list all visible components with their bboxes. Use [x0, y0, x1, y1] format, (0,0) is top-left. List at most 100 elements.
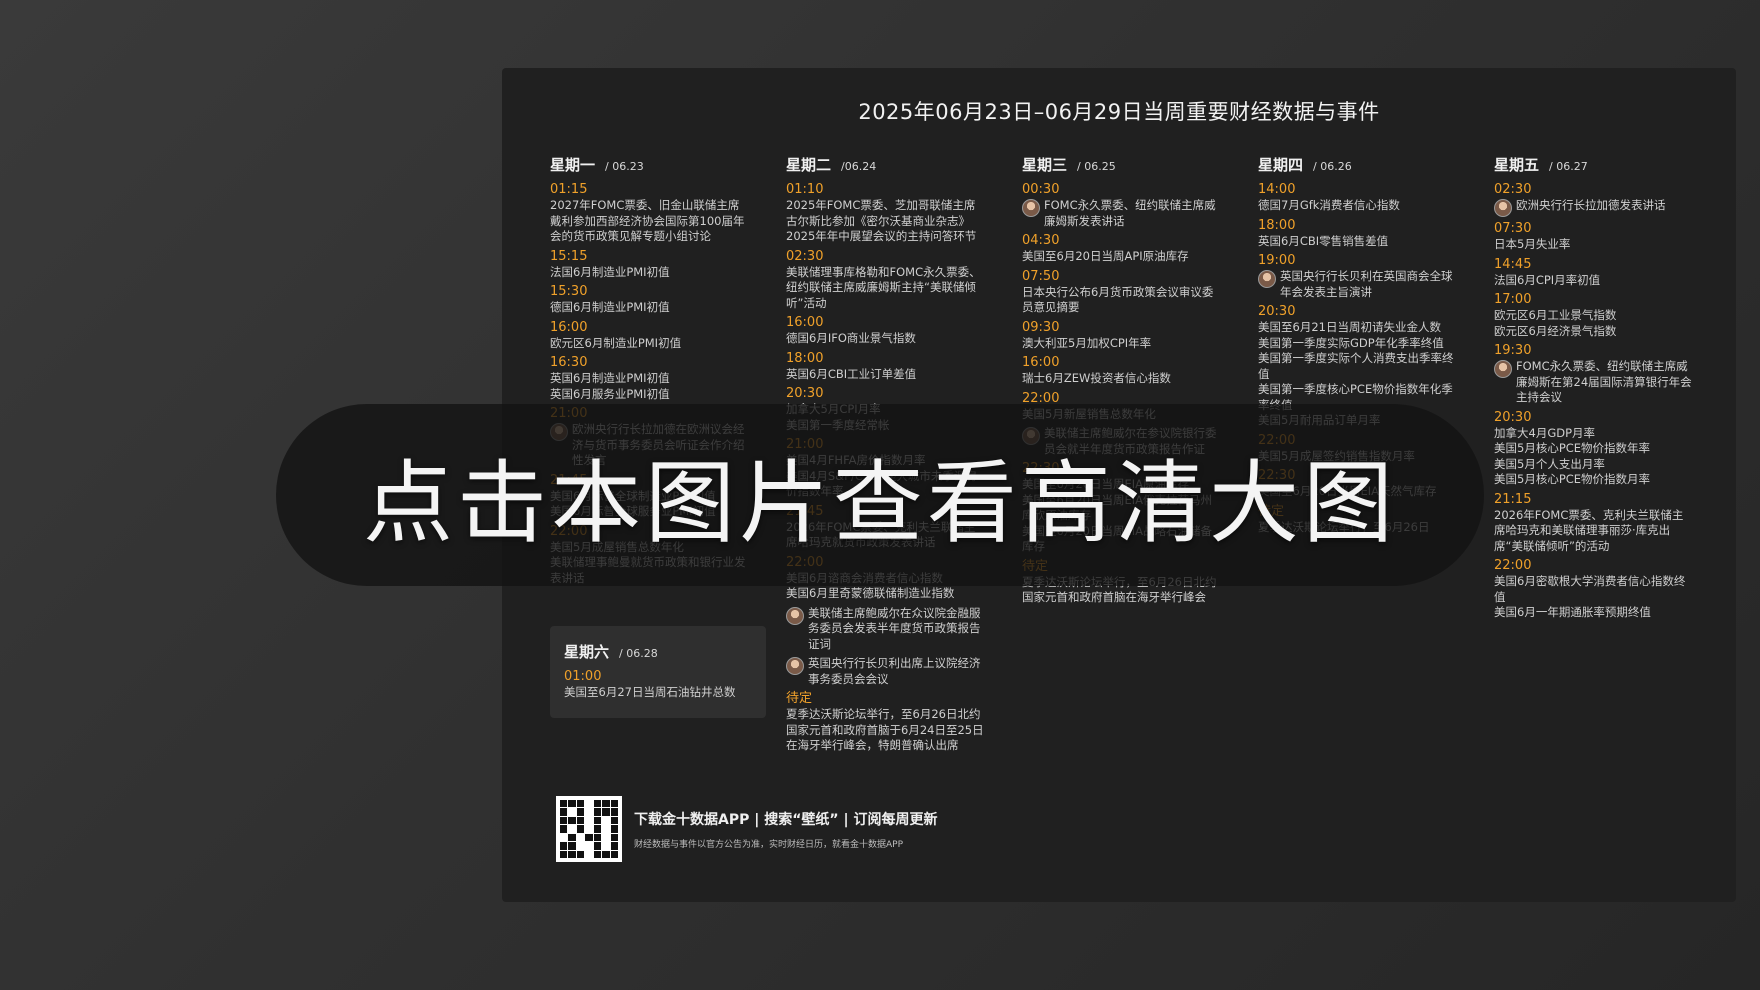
event-description: 欧元区6月工业景气指数 [1494, 308, 1617, 322]
event-item: 00:30 FOMC永久票委、纽约联储主席威廉姆斯发表讲话 [1022, 182, 1222, 229]
speaker-avatar-icon [1494, 199, 1512, 217]
event-item: 22:00 美国6月密歇根大学消费者信心指数终值 美国6月一年期通胀率预期终值 [1494, 558, 1694, 621]
event-item: 19:30 FOMC永久票委、纽约联储主席威廉姆斯在第24届国际清算银行年会主持会… [1494, 343, 1694, 406]
event-time: 14:00 [1258, 182, 1296, 197]
event-description: 美国第一季度实际个人消费支出季率终值 [1258, 351, 1454, 381]
event-text: FOMC永久票委、纽约联储主席威廉姆斯发表讲话 [1044, 198, 1222, 229]
event-time: 16:00 [786, 315, 824, 330]
event-description: 瑞士6月ZEW投资者信心指数 [1022, 371, 1171, 385]
event-item: 18:00 英国6月CBI零售销售差值 [1258, 218, 1458, 250]
day-header: 星期六 / 06.28 [564, 641, 752, 662]
footer-sub-text: 财经数据与事件以官方公告为准，实时财经日历，就看金十数据APP [634, 839, 904, 850]
event-time: 待定 [786, 691, 813, 706]
event-time: 20:30 [1258, 304, 1296, 319]
event-item: 04:30 美国至6月20日当周API原油库存 [1022, 233, 1222, 265]
event-item: 英国央行行长贝利出席上议院经济事务委员会会议 [786, 656, 986, 687]
footer: 下载金十数据APP | 搜索“壁纸” | 订阅每周更新 财经数据与事件以官方公告… [556, 796, 937, 862]
event-description: 英国央行行长贝利在英国商会全球年会发表主旨演讲 [1280, 269, 1453, 299]
day-name: 星期六 [564, 643, 610, 661]
event-item: 16:00 德国6月IFO商业景气指数 [786, 315, 986, 347]
event-description: 法国6月制造业PMI初值 [550, 264, 670, 279]
event-time: 02:30 [1494, 182, 1532, 197]
event-description: 德国6月制造业PMI初值 [550, 300, 670, 314]
event-description: 英国央行行长贝利出席上议院经济事务委员会会议 [808, 656, 981, 686]
event-description: 美国至6月21日当周初请失业金人数 [1258, 320, 1441, 334]
event-description: 美国至6月20日当周API原油库存 [1022, 249, 1189, 263]
event-description: 欧元区6月经济景气指数 [1494, 323, 1617, 338]
day-date: / 06.26 [1313, 160, 1352, 173]
event-time: 00:30 [1022, 182, 1060, 197]
event-item: 02:30 欧洲央行行长拉加德发表讲话 [1494, 182, 1694, 217]
event-time: 07:50 [1022, 268, 1060, 284]
event-time: 02:30 [786, 248, 824, 264]
event-item: 16:30 英国6月制造业PMI初值 英国6月服务业PMI初值 [550, 355, 750, 402]
event-time: 17:00 [1494, 292, 1532, 307]
event-time: 19:30 [1494, 343, 1532, 358]
footer-main-text: 下载金十数据APP | 搜索“壁纸” | 订阅每周更新 [634, 811, 938, 828]
event-description: 德国7月Gfk消费者信心指数 [1258, 198, 1400, 212]
event-time: 09:30 [1022, 319, 1060, 335]
event-item: 07:50 日本央行公布6月货币政策会议审议委员意见摘要 [1022, 269, 1222, 316]
event-item: 02:30 美联储理事库格勒和FOMC永久票委、纽约联储主席威廉姆斯主持“美联储倾… [786, 249, 986, 312]
view-hd-image-overlay[interactable]: 点击本图片查看高清大图 [276, 404, 1484, 586]
day-name: 星期三 [1022, 156, 1068, 174]
event-item: 15:30 德国6月制造业PMI初值 [550, 284, 750, 316]
day-date: / 06.27 [1549, 160, 1588, 173]
event-time: 20:30 [786, 386, 824, 401]
event-description: FOMC永久票委、纽约联储主席威廉姆斯在第24届国际清算银行年会主持会议 [1516, 359, 1692, 404]
event-description: 澳大利亚5月加权CPI年率 [1022, 335, 1152, 350]
event-text: 英国央行行长贝利在英国商会全球年会发表主旨演讲 [1280, 269, 1458, 300]
event-description: 2027年FOMC票委、旧金山联储主席戴利参加西部经济协会国际第100届年会的货… [550, 198, 745, 243]
speaker-avatar-icon [1022, 199, 1040, 217]
event-description: 英国6月CBI零售销售差值 [1258, 233, 1389, 248]
event-time: 07:30 [1494, 221, 1532, 236]
day-name: 星期五 [1494, 156, 1540, 174]
event-item: 待定 夏季达沃斯论坛举行，至6月26日北约国家元首和政府首脑于6月24日至25日在… [786, 691, 986, 754]
event-speaker-row: 英国央行行长贝利在英国商会全球年会发表主旨演讲 [1258, 269, 1458, 300]
event-time: 16:30 [550, 355, 588, 370]
event-description: 美国5月个人支出月率 [1494, 456, 1605, 471]
event-description: 英国6月制造业PMI初值 [550, 371, 670, 385]
day-header: 星期五 / 06.27 [1494, 154, 1694, 175]
day-header: 星期四 / 06.26 [1258, 154, 1458, 175]
day-name: 星期二 [786, 156, 832, 174]
event-time: 21:15 [1494, 491, 1532, 507]
event-item: 美联储主席鲍威尔在众议院金融服务委员会发表半年度货币政策报告证词 [786, 606, 986, 653]
day-header: 星期二/06.24 [786, 154, 986, 175]
event-item: 19:00 英国央行行长贝利在英国商会全球年会发表主旨演讲 [1258, 253, 1458, 300]
event-time: 01:10 [786, 182, 824, 197]
speaker-avatar-icon [786, 657, 804, 675]
event-description: 2025年FOMC票委、芝加哥联储主席古尔斯比参加《密尔沃基商业杂志》2025年… [786, 198, 977, 243]
event-speaker-row: 英国央行行长贝利出席上议院经济事务委员会会议 [786, 656, 986, 687]
event-text: 英国央行行长贝利出席上议院经济事务委员会会议 [808, 656, 986, 687]
day-name: 星期四 [1258, 156, 1304, 174]
event-speaker-row: 美联储主席鲍威尔在众议院金融服务委员会发表半年度货币政策报告证词 [786, 606, 986, 653]
event-description: 法国6月CPI月率初值 [1494, 272, 1601, 287]
event-item: 07:30 日本5月失业率 [1494, 221, 1694, 253]
event-description: 美联储主席鲍威尔在众议院金融服务委员会发表半年度货币政策报告证词 [808, 605, 981, 651]
event-time: 18:00 [1258, 217, 1296, 233]
event-item: 09:30 澳大利亚5月加权CPI年率 [1022, 320, 1222, 352]
day-date: /06.24 [841, 160, 877, 173]
day-date: / 06.25 [1077, 160, 1116, 173]
event-time: 01:00 [564, 669, 602, 684]
event-time: 18:00 [786, 350, 824, 366]
day-date: / 06.23 [605, 160, 644, 173]
event-time: 04:30 [1022, 233, 1060, 248]
event-time: 22:00 [1494, 558, 1532, 573]
event-description: 加拿大4月GDP月率 [1494, 425, 1596, 440]
footer-text: 下载金十数据APP | 搜索“壁纸” | 订阅每周更新 财经数据与事件以官方公告… [634, 809, 937, 850]
event-description: 美国5月核心PCE物价指数年率 [1494, 441, 1651, 455]
event-description: 日本5月失业率 [1494, 237, 1571, 251]
saturday-box: 星期六 / 06.28 01:00 美国至6月27日当周石油钻井总数 [550, 626, 766, 718]
event-description: 英国6月CBI工业订单差值 [786, 366, 917, 381]
event-time: 20:30 [1494, 409, 1532, 425]
calendar-title: 2025年06月23日–06月29日当周重要财经数据与事件 [858, 100, 1380, 124]
event-time: 14:45 [1494, 256, 1532, 272]
event-description: 美国5月核心PCE物价指数月率 [1494, 472, 1651, 486]
event-description: 美国6月里奇蒙德联储制造业指数 [786, 586, 955, 600]
event-description: 美联储理事库格勒和FOMC永久票委、纽约联储主席威廉姆斯主持“美联储倾听”活动 [786, 264, 981, 310]
event-item: 14:00 德国7月Gfk消费者信心指数 [1258, 182, 1458, 214]
event-time: 15:30 [550, 284, 588, 299]
qr-code-icon[interactable] [556, 796, 622, 862]
